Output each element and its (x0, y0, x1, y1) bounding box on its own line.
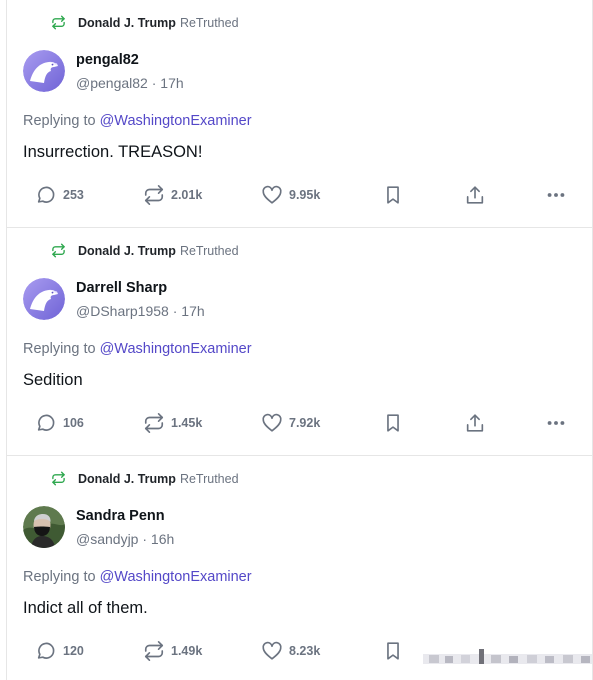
bookmark-icon (387, 186, 399, 204)
bookmark-button[interactable] (382, 184, 410, 206)
photo-avatar-icon (23, 506, 65, 548)
bookmark-button[interactable] (382, 640, 410, 662)
timestamp[interactable]: 17h (160, 75, 183, 91)
replying-mention[interactable]: @WashingtonExaminer (100, 341, 252, 357)
post-author: Sandra Penn @sandyjp · 16h (23, 506, 174, 548)
post-author: Darrell Sharp @DSharp1958 · 17h (23, 278, 205, 320)
replying-to: Replying to @WashingtonExaminer (23, 113, 252, 129)
display-name[interactable]: Sandra Penn (76, 507, 174, 526)
post-actions: 106 1.45k 7.92k (23, 412, 583, 434)
avatar[interactable] (23, 278, 65, 320)
retruth-banner: Donald J. Trump ReTruthed (51, 243, 239, 258)
like-button[interactable]: 7.92k (261, 412, 320, 434)
post-text: Insurrection. TREASON! (23, 143, 203, 161)
timestamp[interactable]: 17h (181, 303, 204, 319)
retruth-icon (52, 243, 65, 258)
replying-prefix: Replying to (23, 341, 96, 357)
bookmark-icon (387, 642, 399, 660)
more-button[interactable] (545, 184, 573, 206)
reply-icon (37, 186, 55, 203)
post[interactable]: Donald J. Trump ReTruthed pengal82 @peng… (7, 0, 592, 228)
retruth-author[interactable]: Donald J. Trump (78, 472, 176, 486)
eagle-avatar-icon (23, 278, 65, 320)
post-text: Indict all of them. (23, 599, 148, 617)
retruth-action-icon (144, 641, 164, 661)
retruth-tag: ReTruthed (179, 15, 239, 30)
retruth-button[interactable]: 2.01k (143, 184, 202, 206)
truth-feed: Donald J. Trump ReTruthed pengal82 @peng… (6, 0, 593, 680)
replying-to: Replying to @WashingtonExaminer (23, 341, 252, 357)
bookmark-button[interactable] (382, 412, 410, 434)
timestamp[interactable]: 16h (151, 531, 174, 547)
like-count: 9.95k (289, 188, 321, 202)
retruth-button[interactable]: 1.49k (143, 640, 202, 662)
retruth-count: 1.49k (171, 644, 203, 658)
image-thumbnail-strip (423, 649, 592, 664)
handle[interactable]: @pengal82 (76, 75, 148, 91)
post-author: pengal82 @pengal82 · 17h (23, 50, 184, 92)
share-icon (466, 414, 484, 432)
more-icon (547, 193, 565, 197)
reply-count: 120 (63, 644, 84, 658)
avatar[interactable] (23, 506, 65, 548)
reply-count: 253 (63, 188, 84, 202)
reply-icon (37, 642, 55, 659)
share-icon (466, 186, 484, 204)
like-count: 8.23k (289, 644, 321, 658)
reply-button[interactable]: 253 (35, 184, 84, 206)
post[interactable]: Donald J. Trump ReTruthed Sandra Penn @s… (7, 456, 592, 680)
retruth-author[interactable]: Donald J. Trump (78, 244, 176, 258)
like-count: 7.92k (289, 416, 321, 430)
retruth-icon (52, 471, 65, 486)
retruth-action-icon (144, 185, 164, 205)
post[interactable]: Donald J. Trump ReTruthed Darrell Sharp … (7, 228, 592, 456)
replying-to: Replying to @WashingtonExaminer (23, 569, 252, 585)
more-button[interactable] (545, 412, 573, 434)
avatar[interactable] (23, 50, 65, 92)
replying-prefix: Replying to (23, 113, 96, 129)
display-name[interactable]: pengal82 (76, 51, 184, 70)
post-actions: 253 2.01k 9.95k (23, 184, 583, 206)
replying-mention[interactable]: @WashingtonExaminer (100, 569, 252, 585)
reply-count: 106 (63, 416, 84, 430)
retruth-author[interactable]: Donald J. Trump (78, 16, 176, 30)
retruth-tag: ReTruthed (179, 243, 239, 258)
bookmark-icon (387, 414, 399, 432)
retruth-icon (52, 15, 65, 30)
reply-button[interactable]: 106 (35, 412, 84, 434)
share-button[interactable] (464, 184, 492, 206)
reply-icon (37, 414, 55, 431)
post-text: Sedition (23, 371, 83, 389)
retruth-tag: ReTruthed (179, 471, 239, 486)
handle[interactable]: @sandyjp (76, 531, 138, 547)
like-button[interactable]: 8.23k (261, 640, 320, 662)
retruth-action-icon (144, 413, 164, 433)
display-name[interactable]: Darrell Sharp (76, 279, 205, 298)
handle[interactable]: @DSharp1958 (76, 303, 169, 319)
share-button[interactable] (464, 412, 492, 434)
like-button[interactable]: 9.95k (261, 184, 320, 206)
handle-line: @sandyjp · 16h (76, 530, 175, 547)
retruth-banner: Donald J. Trump ReTruthed (51, 471, 239, 486)
more-icon (547, 421, 565, 425)
retruth-count: 1.45k (171, 416, 203, 430)
retruth-button[interactable]: 1.45k (143, 412, 202, 434)
reply-button[interactable]: 120 (35, 640, 84, 662)
retruth-count: 2.01k (171, 188, 203, 202)
heart-icon (262, 413, 282, 432)
replying-mention[interactable]: @WashingtonExaminer (100, 113, 252, 129)
heart-icon (262, 185, 282, 204)
replying-prefix: Replying to (23, 569, 96, 585)
eagle-avatar-icon (23, 50, 65, 92)
handle-line: @pengal82 · 17h (76, 74, 184, 91)
retruth-banner: Donald J. Trump ReTruthed (51, 15, 239, 30)
heart-icon (262, 641, 282, 660)
handle-line: @DSharp1958 · 17h (76, 302, 205, 319)
